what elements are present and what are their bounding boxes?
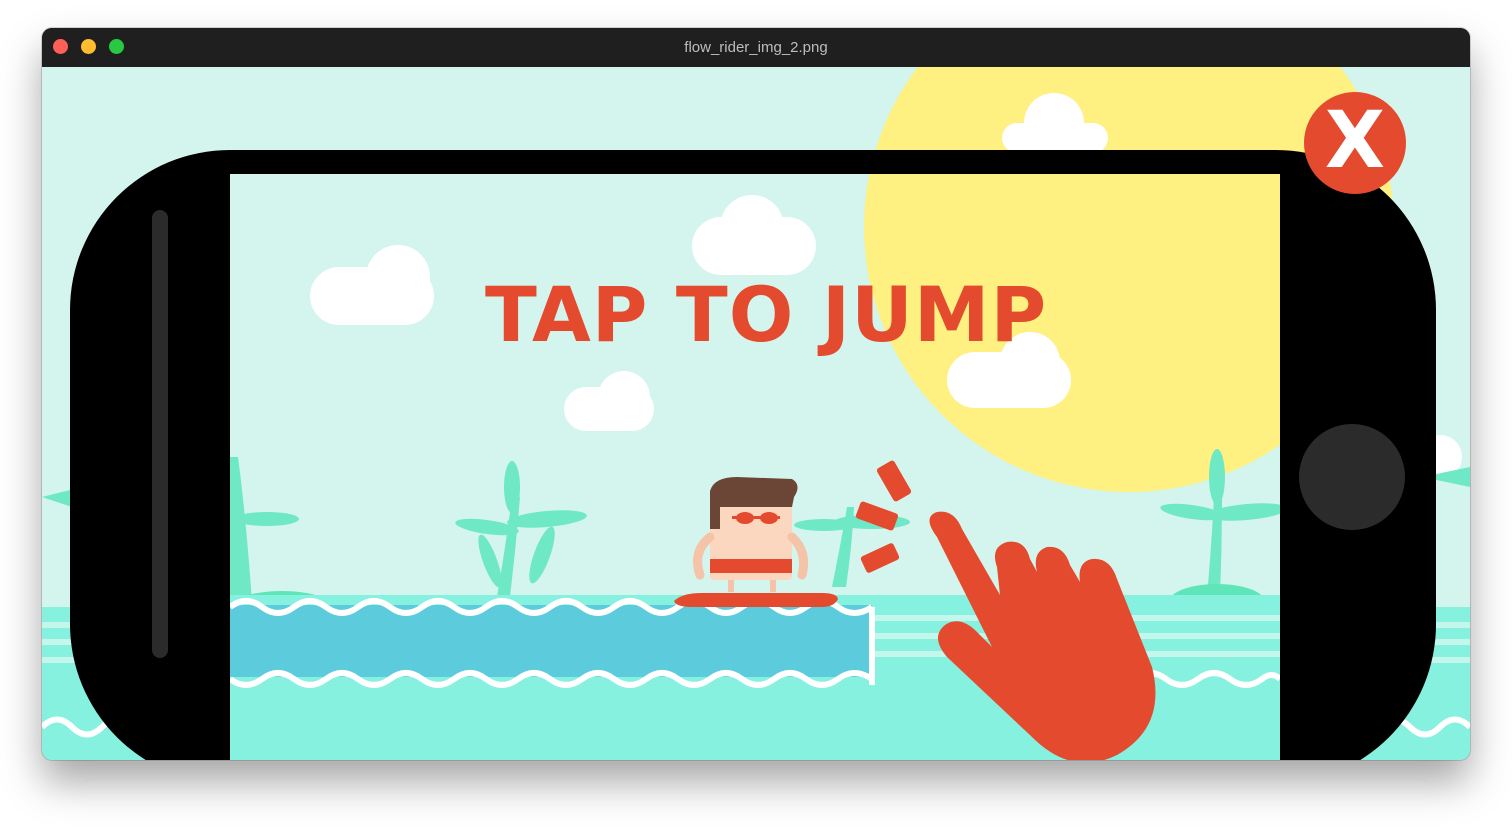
game-scene — [42, 67, 1470, 760]
phone-home-button[interactable] — [1299, 424, 1405, 530]
window-title: flow_rider_img_2.png — [684, 39, 828, 56]
phone-side-bar — [152, 210, 168, 658]
surfer-character — [693, 477, 809, 592]
app-window: flow_rider_img_2.png TAP TO JUMP X — [42, 28, 1470, 760]
title-bar: flow_rider_img_2.png — [42, 28, 1470, 67]
close-icon: X — [1324, 96, 1386, 186]
close-game-button[interactable]: X — [1304, 92, 1406, 194]
surfboard — [674, 593, 838, 607]
tap-to-jump-label: TAP TO JUMP — [485, 270, 1048, 359]
game-screen[interactable]: TAP TO JUMP X — [42, 67, 1470, 760]
